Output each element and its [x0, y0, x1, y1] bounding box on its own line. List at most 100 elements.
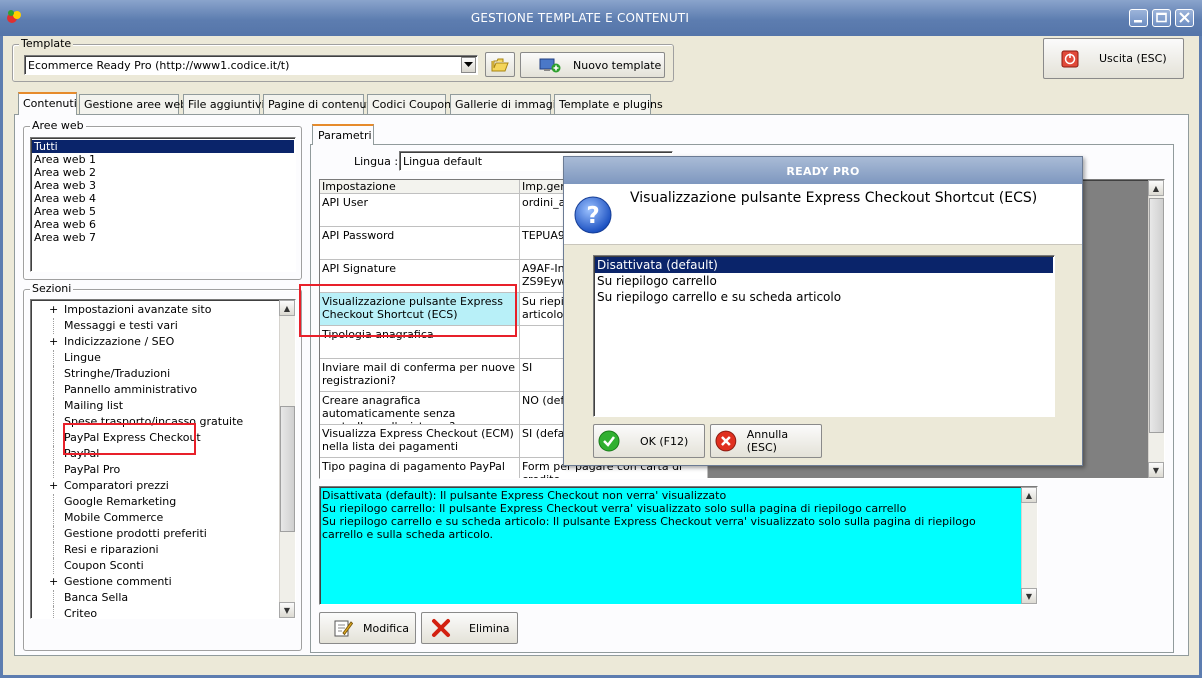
tab-parametri-label: Parametri — [318, 129, 372, 142]
tree-item[interactable]: Google Remarketing — [31, 494, 277, 510]
scroll-up-icon[interactable]: ▲ — [279, 300, 295, 316]
aree-web-item[interactable]: Area web 1 — [32, 153, 294, 166]
aree-web-item[interactable]: Area web 3 — [32, 179, 294, 192]
tree-item[interactable]: Banca Sella — [31, 590, 277, 606]
tree-item[interactable]: Resi e riparazioni — [31, 542, 277, 558]
question-icon: ? — [574, 196, 612, 234]
ok-button[interactable]: OK (F12) — [593, 424, 705, 458]
tree-item-label: Pannello amministrativo — [64, 383, 198, 396]
grid-cell-name[interactable]: API User — [320, 194, 520, 227]
aree-web-item[interactable]: Area web 4 — [32, 192, 294, 205]
tree-connector — [53, 606, 54, 618]
tree-item-label: Mobile Commerce — [64, 511, 164, 524]
chevron-down-icon[interactable] — [461, 57, 476, 73]
grid-header-impostazione: Impostazione — [320, 180, 520, 194]
grid-cell-name[interactable]: Tipo pagina di pagamento PayPal — [320, 458, 520, 478]
desc-scroll-up-icon[interactable]: ▲ — [1021, 487, 1037, 503]
tab-codici-coupon[interactable]: Codici Coupon — [367, 94, 451, 114]
grid-cell-name[interactable]: Inviare mail di conferma per nuove regis… — [320, 359, 520, 392]
close-button[interactable] — [1175, 9, 1194, 27]
grid-cell-name[interactable]: Visualizza Express Checkout (ECM) nella … — [320, 425, 520, 458]
tab-contenuti[interactable]: Contenuti — [18, 92, 77, 115]
grid-scroll-up-icon[interactable]: ▲ — [1148, 180, 1164, 196]
dialog-options-list[interactable]: Disattivata (default) Su riepilogo carrel… — [593, 255, 1055, 417]
template-select-value: Ecommerce Ready Pro (http://www1.codice.… — [28, 59, 290, 72]
lingua-label: Lingua : — [354, 155, 399, 168]
maximize-button[interactable] — [1152, 9, 1171, 27]
tree-connector — [53, 366, 54, 382]
tree-item[interactable]: Lingue — [31, 350, 277, 366]
tree-item[interactable]: + Impostazioni avanzate sito — [31, 302, 277, 318]
tree-item[interactable]: Gestione prodotti preferiti — [31, 526, 277, 542]
tree-item[interactable]: Messaggi e testi vari — [31, 318, 277, 334]
ready-pro-dialog: READY PRO ? Visualizzazione pulsante Exp… — [563, 156, 1083, 466]
scroll-thumb[interactable] — [280, 406, 295, 532]
aree-web-list[interactable]: Tutti Area web 1 Area web 2 Area web 3 Area … — [30, 137, 296, 272]
exit-button[interactable]: Uscita (ESC) — [1043, 38, 1184, 79]
tree-item[interactable]: PayPal Pro — [31, 462, 277, 478]
description-box: Disattivata (default): Il pulsante Expre… — [319, 486, 1038, 605]
expand-plus-icon[interactable]: + — [49, 302, 58, 318]
tree-item[interactable]: Criteo — [31, 606, 277, 618]
dialog-option[interactable]: Su riepilogo carrello e su scheda artico… — [595, 289, 1053, 305]
annulla-label: Annulla (ESC) — [746, 428, 789, 454]
title-bar: GESTIONE TEMPLATE E CONTENUTI — [0, 0, 1202, 36]
tree-item[interactable]: Stringhe/Traduzioni — [31, 366, 277, 382]
tree-item[interactable]: Mailing list — [31, 398, 277, 414]
tree-connector — [53, 318, 54, 334]
delete-x-icon — [432, 619, 450, 637]
tab-gestione-aree-web[interactable]: Gestione aree web — [79, 94, 187, 114]
aree-web-item[interactable]: Area web 2 — [32, 166, 294, 179]
expand-plus-icon[interactable]: + — [49, 574, 58, 590]
grid-scrollbar[interactable]: ▲ ▼ — [1148, 180, 1164, 478]
tree-item[interactable]: + Indicizzazione / SEO — [31, 334, 277, 350]
minimize-button[interactable] — [1129, 9, 1148, 27]
grid-scroll-thumb[interactable] — [1149, 198, 1164, 433]
lingua-value: Lingua default — [403, 155, 483, 168]
aree-web-item[interactable]: Area web 6 — [32, 218, 294, 231]
tree-connector — [53, 526, 54, 542]
dialog-title: READY PRO — [786, 165, 860, 178]
tab-gallerie-di-immagini[interactable]: Gallerie di immagini — [450, 94, 566, 114]
annulla-button[interactable]: Annulla (ESC) — [710, 424, 822, 458]
grid-cell-name[interactable]: API Password — [320, 227, 520, 260]
dialog-option[interactable]: Su riepilogo carrello — [595, 273, 1053, 289]
svg-text:?: ? — [586, 203, 599, 229]
tree-connector — [53, 398, 54, 414]
tree-connector — [53, 430, 54, 446]
elimina-button[interactable]: Elimina — [421, 612, 518, 644]
tree-item-label: Comparatori prezzi — [64, 479, 169, 492]
sezioni-scrollbar[interactable]: ▲ ▼ — [279, 300, 295, 618]
template-select[interactable]: Ecommerce Ready Pro (http://www1.codice.… — [24, 55, 478, 75]
desc-scroll-down-icon[interactable]: ▼ — [1021, 588, 1037, 604]
tab-file-aggiuntivi[interactable]: File aggiuntivi — [183, 94, 265, 114]
tree-item[interactable]: Mobile Commerce — [31, 510, 277, 526]
new-template-button[interactable]: Nuovo template — [520, 52, 665, 78]
tree-item[interactable]: + Gestione commenti — [31, 574, 277, 590]
dialog-option[interactable]: Disattivata (default) — [595, 257, 1053, 273]
sezioni-tree[interactable]: + Impostazioni avanzate sito Messaggi e te… — [30, 299, 296, 619]
grid-cell-name[interactable]: Creare anagrafica automaticamente senza … — [320, 392, 520, 425]
tab-pagine-di-contenuti[interactable]: Pagine di contenuti — [263, 94, 374, 114]
aree-web-item[interactable]: Tutti — [32, 140, 294, 153]
expand-plus-icon[interactable]: + — [49, 334, 58, 350]
open-folder-button[interactable] — [485, 52, 515, 77]
dialog-question: Visualizzazione pulsante Express Checkou… — [630, 190, 1038, 206]
annotation-box-sezione — [63, 423, 196, 455]
aree-web-item[interactable]: Area web 5 — [32, 205, 294, 218]
tree-connector — [53, 558, 54, 574]
grid-scroll-down-icon[interactable]: ▼ — [1148, 462, 1164, 478]
scroll-down-icon[interactable]: ▼ — [279, 602, 295, 618]
tab-parametri[interactable]: Parametri — [312, 124, 374, 145]
tree-connector — [53, 542, 54, 558]
tree-item[interactable]: + Comparatori prezzi — [31, 478, 277, 494]
modifica-button[interactable]: Modifica — [319, 612, 416, 644]
tree-item[interactable]: Pannello amministrativo — [31, 382, 277, 398]
aree-web-item[interactable]: Area web 7 — [32, 231, 294, 244]
tree-item[interactable]: Coupon Sconti — [31, 558, 277, 574]
tree-item-label: Indicizzazione / SEO — [64, 335, 175, 348]
tab-template-e-plugins[interactable]: Template e plugins — [554, 94, 663, 114]
tree-item-label: Mailing list — [64, 399, 124, 412]
expand-plus-icon[interactable]: + — [49, 478, 58, 494]
description-scrollbar[interactable]: ▲ ▼ — [1021, 487, 1037, 604]
